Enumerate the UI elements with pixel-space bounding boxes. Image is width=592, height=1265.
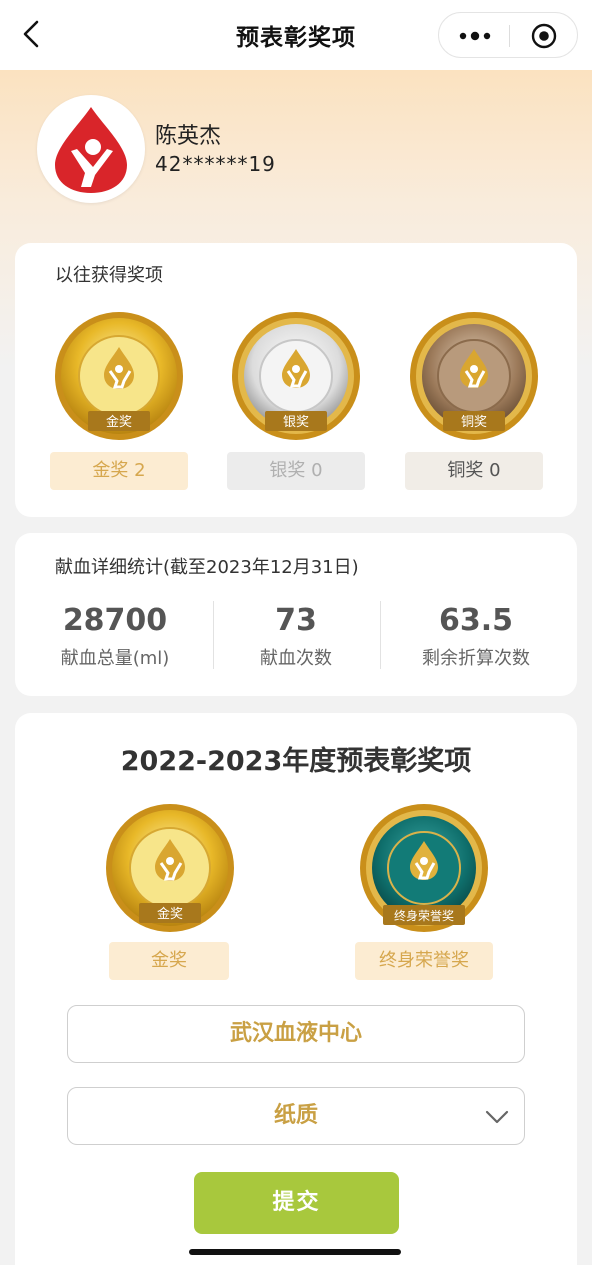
silver-award-count: 银奖 0 — [227, 452, 365, 490]
stat-label: 献血次数 — [260, 648, 332, 669]
navigation-bar: 预表彰奖项 — [0, 0, 592, 70]
blood-center-value: 武汉血液中心 — [229, 1021, 362, 1046]
stat-label: 剩余折算次数 — [422, 648, 530, 669]
award-application-card: 2022-2023年度预表彰奖项 金奖 终身荣誉奖 金奖 终身荣誉奖 武汉血液中… — [15, 713, 577, 1265]
medal-ribbon-text: 铜奖 — [461, 415, 487, 430]
medal-ribbon-text: 金奖 — [157, 906, 183, 922]
capsule-divider — [509, 25, 510, 47]
gold-medal-icon: 金奖 — [55, 312, 183, 440]
more-icon[interactable] — [457, 25, 493, 47]
stat-label: 献血总量(ml) — [60, 648, 170, 669]
user-name: 陈英杰 — [155, 124, 222, 149]
home-indicator — [189, 1249, 401, 1255]
stat-value: 28700 — [62, 603, 168, 638]
gold-award-count: 金奖 2 — [50, 452, 188, 490]
silver-medal-icon: 银奖 — [232, 312, 360, 440]
past-awards-title: 以往获得奖项 — [55, 265, 163, 286]
stat-total-volume: 28700 献血总量(ml) — [20, 603, 210, 670]
award-heading: 2022-2023年度预表彰奖项 — [120, 746, 472, 777]
gold-medal-icon: 金奖 — [106, 804, 234, 932]
user-id-number: 42******19 — [155, 152, 276, 176]
bronze-medal-icon: 铜奖 — [410, 312, 538, 440]
stat-value: 63.5 — [438, 603, 514, 638]
blood-drop-logo-icon — [55, 107, 127, 193]
stat-value: 73 — [275, 603, 317, 638]
donation-stats-card: 献血详细统计(截至2023年12月31日) 28700 献血总量(ml) 73 … — [15, 533, 577, 696]
selected-honorary-award: 终身荣誉奖 — [355, 942, 493, 980]
stats-title: 献血详细统计(截至2023年12月31日) — [55, 557, 359, 578]
avatar — [37, 95, 145, 203]
stat-donation-count: 73 献血次数 — [201, 603, 391, 670]
certificate-material-select[interactable]: 纸质 — [67, 1087, 525, 1145]
material-value: 纸质 — [273, 1103, 318, 1128]
medal-ribbon-text: 终身荣誉奖 — [394, 908, 454, 923]
bronze-award-count: 铜奖 0 — [405, 452, 543, 490]
selected-gold-award: 金奖 — [109, 942, 229, 980]
submit-button[interactable]: 提交 — [194, 1172, 399, 1234]
stat-remaining-count: 63.5 剩余折算次数 — [381, 603, 571, 670]
medal-ribbon-text: 银奖 — [283, 415, 309, 430]
close-miniprogram-icon[interactable] — [531, 23, 557, 49]
medal-ribbon-text: 金奖 — [106, 414, 132, 430]
chevron-down-icon — [485, 1110, 509, 1124]
honorary-medal-icon: 终身荣誉奖 — [360, 804, 488, 932]
miniprogram-capsule — [438, 12, 578, 58]
blood-center-select[interactable]: 武汉血液中心 — [67, 1005, 525, 1063]
past-awards-card: 以往获得奖项 金奖 银奖 铜奖 金奖 2 银奖 0 铜奖 0 — [15, 243, 577, 517]
